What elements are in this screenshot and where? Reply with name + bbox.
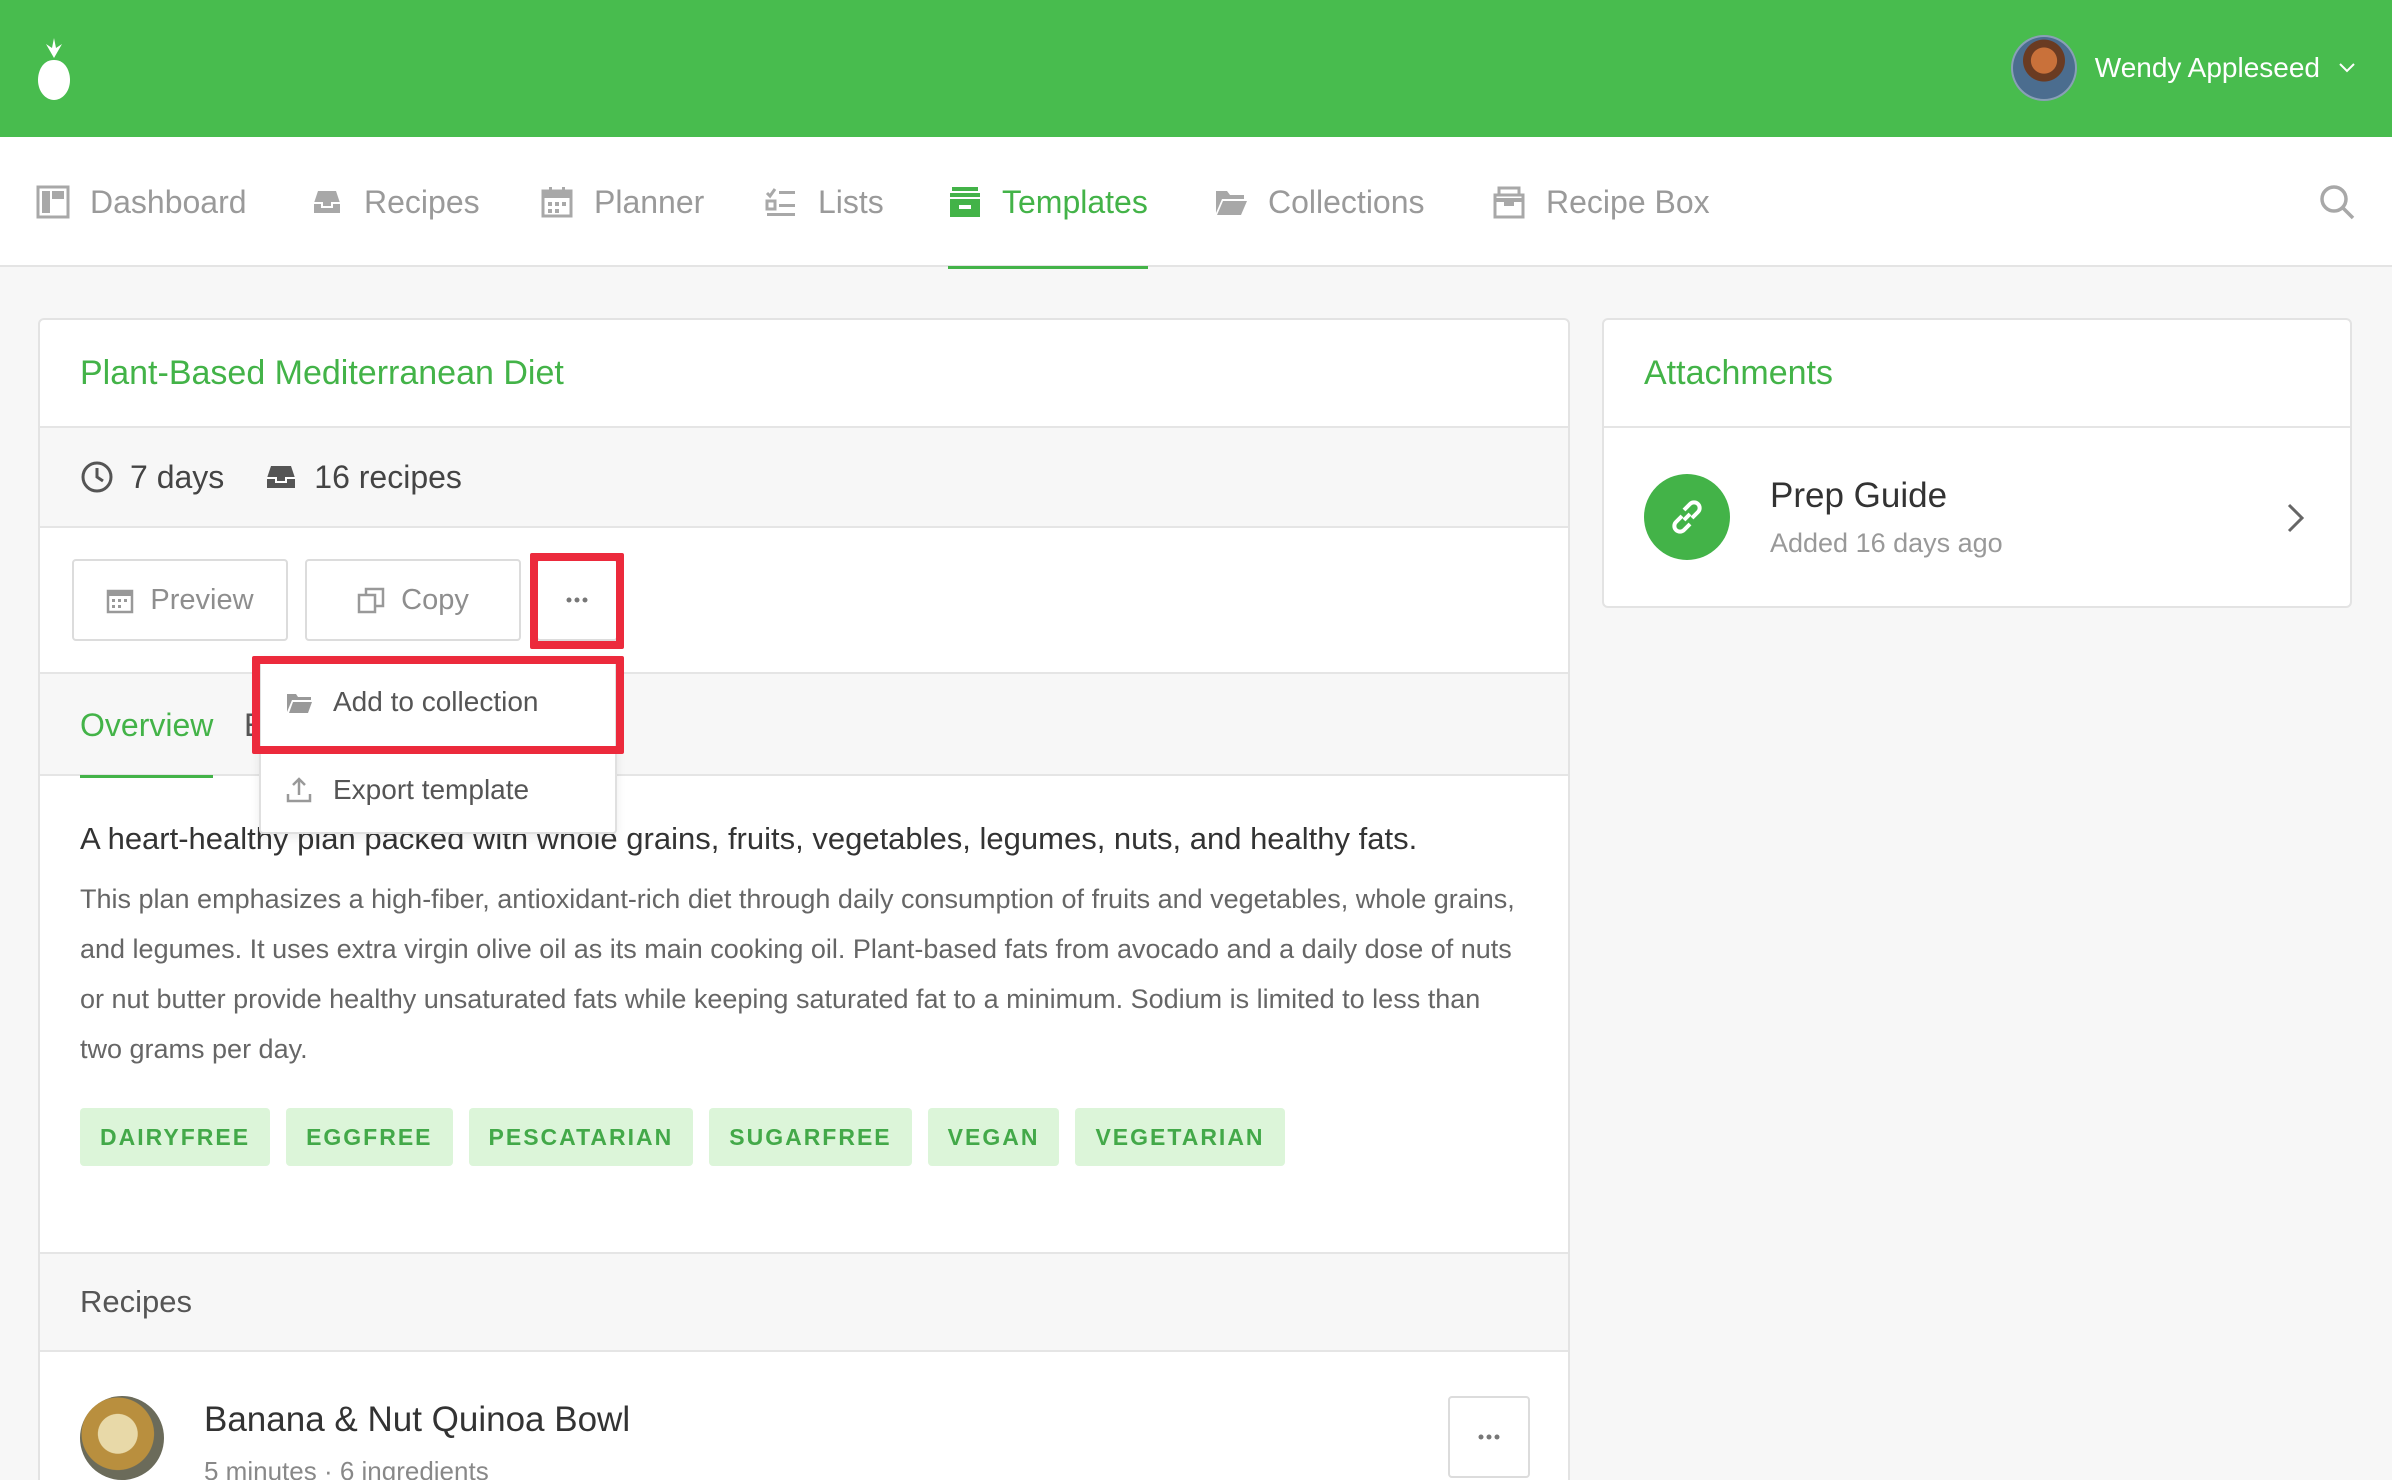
duration-text: 7 days (130, 458, 225, 495)
dashboard-icon (36, 185, 70, 219)
template-description: This plan emphasizes a high-fiber, antio… (80, 884, 1515, 1064)
user-menu[interactable]: Wendy Appleseed (2010, 34, 2356, 102)
nav-item-lists[interactable]: Lists (764, 137, 884, 267)
template-card: Plant-Based Mediterranean Diet 7 days 16… (38, 318, 1570, 1480)
tag-badge[interactable]: DAIRYFREE (80, 1108, 271, 1166)
copy-button[interactable]: Copy (305, 559, 521, 641)
inbox-tray-icon (267, 466, 296, 488)
preview-button[interactable]: Preview (72, 559, 288, 641)
checklist-icon (765, 188, 795, 216)
nav-item-recipes[interactable]: Recipes (310, 137, 480, 267)
more-options-button[interactable] (536, 559, 618, 641)
avatar (2010, 35, 2077, 101)
list-item[interactable]: Banana & Nut Quinoa Bowl 5 minutes · 6 i… (40, 1352, 1568, 1480)
user-name: Wendy Appleseed (2094, 52, 2320, 83)
main-nav: Dashboard Recipes Planner Lists Template… (0, 137, 2392, 269)
nav-label: Dashboard (90, 183, 247, 220)
export-template-label: Export template (333, 774, 530, 805)
nav-item-planner[interactable]: Planner (540, 137, 704, 267)
export-template-item[interactable]: Export template (261, 746, 615, 834)
nav-item-templates[interactable]: Templates (948, 137, 1148, 269)
copy-icon (357, 587, 385, 614)
tag-badge[interactable]: EGGFREE (286, 1108, 453, 1166)
add-to-collection-label: Add to collection (333, 686, 539, 717)
attachment-name: Prep Guide (1770, 476, 1948, 515)
ellipsis-icon (566, 597, 588, 603)
duration: 7 days (80, 459, 224, 496)
attachments-card: Attachments Prep Guide Added 16 days ago (1602, 318, 2352, 608)
chevron-right-icon (2287, 503, 2305, 533)
search-icon[interactable] (2318, 183, 2356, 221)
top-bar: Wendy Appleseed (0, 0, 2392, 137)
nav-item-recipe-box[interactable]: Recipe Box (1492, 137, 1710, 267)
attachments-heading: Attachments (1604, 320, 2350, 428)
calendar-icon (107, 589, 134, 614)
add-to-collection-item[interactable]: Add to collection (261, 658, 615, 746)
inbox-tray-icon (314, 191, 340, 213)
tag-list: DAIRYFREE EGGFREE PESCATARIAN SUGARFREE … (80, 1108, 1528, 1166)
template-title: Plant-Based Mediterranean Diet (40, 320, 1568, 428)
more-options-menu: Add to collection Export template (259, 656, 617, 834)
action-bar: Preview Copy (40, 528, 1568, 674)
upload-icon (286, 777, 312, 803)
folder-icon (1216, 191, 1247, 215)
chevron-down-icon (2339, 63, 2355, 73)
nav-label: Lists (818, 183, 884, 220)
recipe-more-button[interactable] (1448, 1396, 1530, 1478)
recipe-name: Banana & Nut Quinoa Bowl (204, 1400, 631, 1439)
recipe-thumbnail (80, 1396, 164, 1480)
nav-item-dashboard[interactable]: Dashboard (36, 137, 247, 267)
attachment-item[interactable]: Prep Guide Added 16 days ago (1604, 428, 2350, 608)
overview-panel: A heart-healthy plan packed with whole g… (40, 776, 1568, 1254)
recipe-meta: 5 minutes · 6 ingredients (204, 1456, 489, 1480)
tag-badge[interactable]: PESCATARIAN (468, 1108, 694, 1166)
template-box-icon (950, 187, 980, 217)
nav-item-collections[interactable]: Collections (1214, 137, 1425, 267)
ellipsis-icon (1478, 1434, 1500, 1440)
add-to-collection-icon (287, 694, 312, 713)
nav-label: Templates (1002, 183, 1148, 220)
recipe-count: 16 recipes (264, 459, 462, 496)
tag-badge[interactable]: VEGETARIAN (1075, 1108, 1285, 1166)
template-meta: 7 days 16 recipes (40, 428, 1568, 528)
recipe-box-icon (1493, 186, 1525, 219)
nav-label: Recipes (364, 183, 480, 220)
calendar-icon (541, 187, 573, 218)
copy-label: Copy (401, 583, 469, 616)
tab-overview[interactable]: Overview (80, 674, 214, 778)
nav-label: Collections (1268, 183, 1425, 220)
attachment-added: Added 16 days ago (1770, 528, 2003, 558)
recipe-count-text: 16 recipes (314, 458, 462, 495)
preview-label: Preview (150, 583, 254, 616)
recipes-heading: Recipes (40, 1254, 1568, 1352)
clock-icon (81, 461, 113, 493)
nav-label: Planner (594, 183, 705, 220)
tag-badge[interactable]: VEGAN (927, 1108, 1060, 1166)
link-icon (1644, 474, 1730, 560)
app-logo-icon[interactable] (36, 36, 72, 100)
nav-label: Recipe Box (1546, 183, 1710, 220)
tag-badge[interactable]: SUGARFREE (709, 1108, 912, 1166)
